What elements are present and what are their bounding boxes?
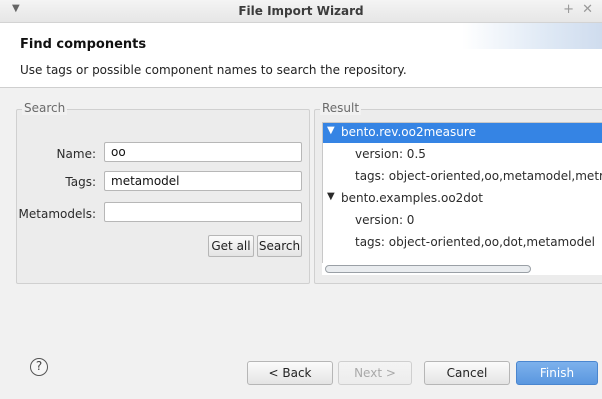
- tree-item-label: tags: object-oriented,oo,dot,metamodel: [355, 235, 595, 249]
- cancel-button[interactable]: Cancel: [424, 361, 510, 385]
- page-title: Find components: [20, 37, 147, 52]
- horizontal-scrollbar[interactable]: [322, 263, 602, 275]
- get-all-button[interactable]: Get all: [208, 235, 254, 257]
- tree-item-label: bento.examples.oo2dot: [341, 191, 483, 205]
- tree-item-label: bento.rev.oo2measure: [341, 125, 476, 139]
- search-button[interactable]: Search: [257, 235, 302, 257]
- tree-item-label: version: 0.5: [355, 147, 426, 161]
- tags-input[interactable]: [104, 171, 302, 191]
- scrollbar-thumb[interactable]: [325, 265, 531, 273]
- finish-button[interactable]: Finish: [516, 361, 598, 385]
- tree-item-tags[interactable]: tags: object-oriented,oo,metamodel,metri…: [323, 167, 602, 187]
- tree-item-tags[interactable]: tags: object-oriented,oo,dot,metamodel: [323, 233, 602, 253]
- search-group: [16, 109, 310, 284]
- plus-icon[interactable]: +: [563, 2, 574, 17]
- search-group-label: Search: [22, 101, 68, 115]
- file-import-wizard-window: ▼ File Import Wizard + ✕ Find components…: [0, 0, 602, 399]
- close-icon[interactable]: ✕: [582, 2, 593, 17]
- name-label: Name:: [56, 147, 96, 161]
- back-button[interactable]: < Back: [247, 361, 333, 385]
- title-bar: ▼ File Import Wizard + ✕: [0, 0, 602, 23]
- metamodels-input[interactable]: [104, 202, 302, 222]
- header-banner: [462, 23, 602, 49]
- metamodels-label: Metamodels:: [18, 207, 96, 221]
- next-button[interactable]: Next >: [338, 361, 412, 385]
- help-icon[interactable]: ?: [30, 358, 48, 376]
- result-group-label: Result: [320, 101, 362, 115]
- tree-item-version[interactable]: version: 0.5: [323, 145, 602, 165]
- name-input[interactable]: [104, 142, 302, 162]
- expanded-triangle-icon[interactable]: ▼: [327, 191, 335, 202]
- page-description: Use tags or possible component names to …: [20, 63, 407, 77]
- window-title: File Import Wizard: [238, 4, 364, 18]
- result-tree[interactable]: ▼ bento.rev.oo2measure version: 0.5 tags…: [322, 122, 602, 274]
- tree-item-label: tags: object-oriented,oo,metamodel,metri…: [355, 169, 602, 183]
- tree-item-oo2dot[interactable]: ▼ bento.examples.oo2dot: [323, 189, 602, 209]
- wizard-header: Find components Use tags or possible com…: [0, 23, 602, 88]
- tags-label: Tags:: [65, 175, 96, 189]
- expanded-triangle-icon[interactable]: ▼: [327, 125, 335, 136]
- tree-item-label: version: 0: [355, 213, 415, 227]
- tree-item-version[interactable]: version: 0: [323, 211, 602, 231]
- tree-item-oo2measure[interactable]: ▼ bento.rev.oo2measure: [323, 123, 602, 143]
